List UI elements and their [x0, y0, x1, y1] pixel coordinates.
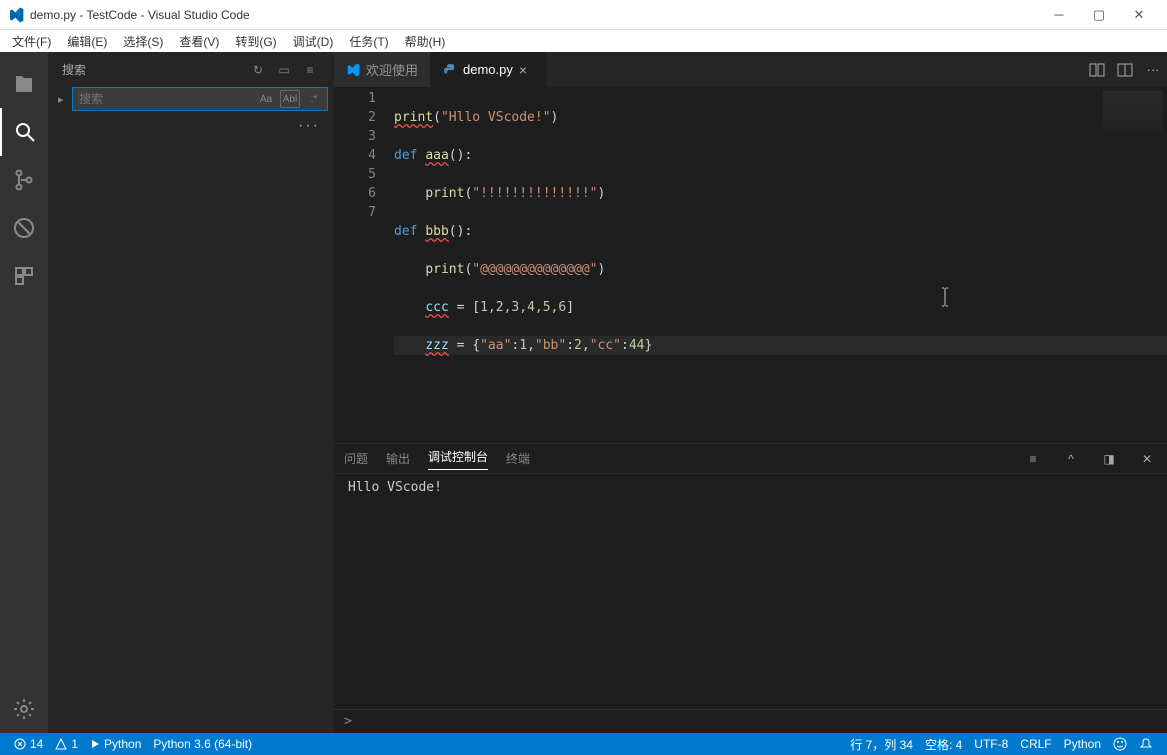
panel-tab-terminal[interactable]: 终端 — [506, 450, 530, 467]
tab-demo-py[interactable]: demo.py × — [431, 52, 546, 87]
menubar: 文件(F) 编辑(E) 选择(S) 查看(V) 转到(G) 调试(D) 任务(T… — [0, 30, 1167, 52]
warning-icon — [55, 738, 67, 750]
tab-welcome[interactable]: 欢迎使用 — [334, 52, 431, 87]
expand-search-icon[interactable]: ▸ — [58, 93, 72, 106]
prompt-icon: > — [344, 714, 352, 729]
menu-help[interactable]: 帮助(H) — [397, 30, 454, 52]
panel-position-icon[interactable]: ◨ — [1099, 452, 1119, 466]
sidebar-search: 搜索 ↻ ▭ ≡ ▸ Aa Abl .* ··· — [48, 52, 334, 733]
status-interpreter[interactable]: Python 3.6 (64-bit) — [147, 737, 258, 751]
menu-edit[interactable]: 编辑(E) — [59, 30, 115, 52]
editor-area: 欢迎使用 demo.py × ··· 1 2 3 4 5 6 7 print( — [334, 52, 1167, 733]
code-editor[interactable]: print("Hllo VScode!") def aaa(): print("… — [394, 87, 1167, 443]
window-close[interactable]: ✕ — [1119, 0, 1159, 30]
debug-console-output[interactable]: Hllo VScode! — [334, 474, 1167, 709]
status-warnings[interactable]: 1 — [49, 737, 84, 751]
panel-tab-debug-console[interactable]: 调试控制台 — [428, 448, 488, 470]
activity-extensions[interactable] — [0, 252, 48, 300]
activity-search[interactable] — [0, 108, 48, 156]
statusbar: 14 1 Python Python 3.6 (64-bit) 行 7，列 34… — [0, 733, 1167, 755]
whole-word-toggle[interactable]: Abl — [280, 90, 300, 108]
clear-icon[interactable]: ≡ — [300, 60, 320, 80]
window-minimize[interactable]: ─ — [1039, 0, 1079, 30]
menu-tasks[interactable]: 任务(T) — [341, 30, 396, 52]
text-cursor-icon — [940, 287, 950, 307]
error-icon — [14, 738, 26, 750]
split-editor-icon[interactable] — [1111, 52, 1139, 87]
status-eol[interactable]: CRLF — [1014, 737, 1057, 751]
editor-tabs: 欢迎使用 demo.py × ··· — [334, 52, 1167, 87]
notifications-icon[interactable] — [1133, 737, 1159, 751]
clear-console-icon[interactable]: ≡ — [1023, 452, 1043, 466]
refresh-icon[interactable]: ↻ — [248, 60, 268, 80]
regex-toggle[interactable]: .* — [304, 90, 324, 108]
status-language[interactable]: Python — [1058, 737, 1107, 751]
debug-console-input[interactable]: > — [334, 709, 1167, 733]
menu-debug[interactable]: 调试(D) — [285, 30, 342, 52]
status-spaces[interactable]: 空格: 4 — [919, 736, 968, 753]
more-icon[interactable]: ··· — [1139, 52, 1167, 87]
minimap[interactable] — [1103, 91, 1163, 131]
close-panel-icon[interactable]: ✕ — [1137, 452, 1157, 466]
compare-icon[interactable] — [1083, 52, 1111, 87]
menu-goto[interactable]: 转到(G) — [227, 30, 284, 52]
panel-tab-output[interactable]: 输出 — [386, 450, 410, 467]
sidebar-title: 搜索 — [62, 61, 242, 78]
match-case-toggle[interactable]: Aa — [256, 90, 276, 108]
window-title: demo.py - TestCode - Visual Studio Code — [30, 8, 1039, 22]
status-position[interactable]: 行 7，列 34 — [844, 736, 919, 753]
chevron-up-icon[interactable]: ^ — [1061, 452, 1081, 466]
activity-debug[interactable] — [0, 204, 48, 252]
menu-select[interactable]: 选择(S) — [115, 30, 171, 52]
bottom-panel: 问题 输出 调试控制台 终端 ≡ ^ ◨ ✕ Hllo VScode! > — [334, 443, 1167, 733]
titlebar: demo.py - TestCode - Visual Studio Code … — [0, 0, 1167, 30]
window-maximize[interactable]: ▢ — [1079, 0, 1119, 30]
panel-tab-problems[interactable]: 问题 — [344, 450, 368, 467]
activity-scm[interactable] — [0, 156, 48, 204]
activity-explorer[interactable] — [0, 60, 48, 108]
status-encoding[interactable]: UTF-8 — [968, 737, 1014, 751]
menu-view[interactable]: 查看(V) — [171, 30, 227, 52]
tab-welcome-label: 欢迎使用 — [366, 60, 418, 79]
vscode-icon — [346, 63, 360, 77]
close-icon[interactable]: × — [519, 62, 533, 78]
activity-settings[interactable] — [0, 685, 48, 733]
status-run[interactable]: Python — [84, 737, 147, 751]
tab-demo-label: demo.py — [463, 62, 513, 77]
play-icon — [90, 739, 100, 749]
activitybar — [0, 52, 48, 733]
vscode-icon — [8, 7, 24, 23]
python-icon — [443, 63, 457, 77]
status-errors[interactable]: 14 — [8, 737, 49, 751]
line-gutter: 1 2 3 4 5 6 7 — [334, 87, 394, 443]
menu-file[interactable]: 文件(F) — [4, 30, 59, 52]
console-line: Hllo VScode! — [348, 480, 1153, 495]
feedback-icon[interactable] — [1107, 737, 1133, 751]
toggle-search-details[interactable]: ··· — [48, 115, 334, 137]
collapse-icon[interactable]: ▭ — [274, 60, 294, 80]
